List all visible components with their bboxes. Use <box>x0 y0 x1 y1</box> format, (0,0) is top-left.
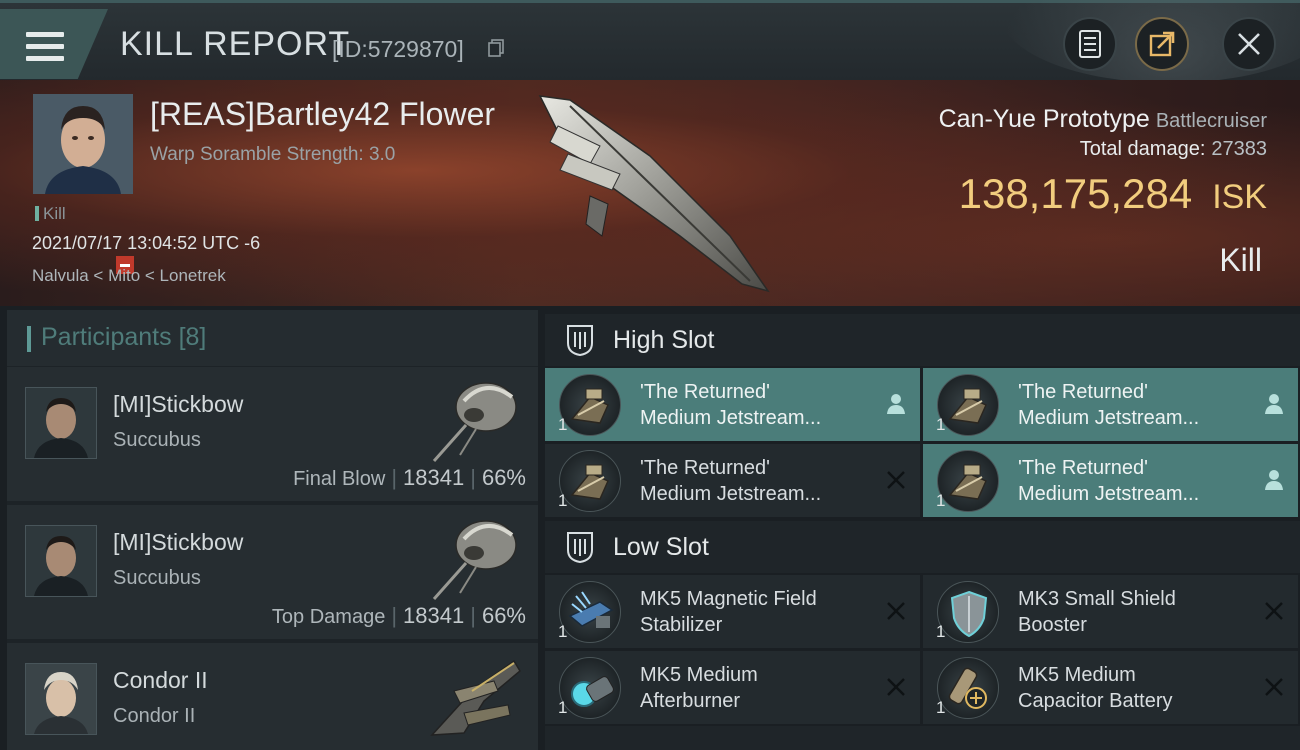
isk-value: 138,175,284 ISK <box>958 170 1267 217</box>
close-button[interactable] <box>1222 17 1276 71</box>
module-slot[interactable]: 1 'The Returned' Medium Jetstream... <box>923 368 1298 441</box>
participant-name: [MI]Stickbow <box>113 391 244 417</box>
participants-panel: Participants [8] [MI]Stickbow Succubus F… <box>7 310 538 750</box>
module-slot[interactable]: 1 MK5 Magnetic Field Stabilizer <box>545 575 920 648</box>
module-slot[interactable]: 1 'The Returned' Medium Jetstream... <box>923 444 1298 517</box>
close-icon <box>887 602 905 620</box>
kill-result: Kill <box>1219 242 1262 278</box>
participant-avatar[interactable] <box>25 525 97 597</box>
module-slot[interactable]: 1 MK5 Medium Capacitor Battery <box>923 651 1298 724</box>
portrait-image <box>26 526 96 596</box>
module-name: MK5 Medium Afterburner <box>640 664 758 712</box>
high-slot-header: High Slot <box>545 314 1300 366</box>
participant-card[interactable]: Condor II Condor II <box>7 643 538 750</box>
participants-count: [8] <box>178 323 207 351</box>
victim-panel: [REAS]Bartley42 Flower Warp Soramble Str… <box>0 80 1300 306</box>
menu-button[interactable] <box>0 9 108 79</box>
succubus-ship-icon <box>432 520 517 600</box>
participant-name: [MI]Stickbow <box>113 529 244 555</box>
close-icon <box>1265 678 1283 696</box>
participant-card[interactable]: [MI]Stickbow Succubus Top Damage | 18341 | 6… <box>7 505 538 639</box>
module-name: 'The Returned' Medium Jetstream... <box>1018 381 1200 429</box>
participant-ship: Succubus <box>113 429 201 451</box>
jetstream-module-icon <box>559 450 621 512</box>
close-icon <box>887 471 905 489</box>
participant-name: Condor II <box>113 667 208 693</box>
close-icon <box>1238 33 1260 55</box>
close-icon <box>887 678 905 696</box>
total-damage: Total damage: 27383 <box>1079 138 1267 160</box>
kill-tag: Kill <box>35 204 66 224</box>
document-icon <box>1079 30 1101 58</box>
victim-ship-name[interactable]: Can-Yue Prototype Battlecruiser <box>939 105 1267 134</box>
victim-avatar[interactable] <box>33 94 133 194</box>
participant-stats: Final Blow | 18341 | 66% <box>293 465 526 490</box>
module-slot[interactable]: 1 'The Returned' Medium Jetstream... <box>545 444 920 517</box>
victim-name[interactable]: [REAS]Bartley42 Flower <box>150 96 495 133</box>
copy-icon[interactable] <box>487 39 505 57</box>
person-icon <box>1265 394 1283 414</box>
high-slot-icon <box>567 325 593 357</box>
module-slot[interactable]: 1 MK5 Medium Afterburner <box>545 651 920 724</box>
module-name: MK5 Medium Capacitor Battery <box>1018 664 1173 712</box>
magnetic-stabilizer-icon <box>559 581 621 643</box>
kill-location[interactable]: Nalvula < Mito < Lonetrek <box>32 266 226 286</box>
portrait-image <box>33 94 133 194</box>
share-icon <box>1149 31 1175 57</box>
victim-ship-image[interactable] <box>530 86 780 296</box>
portrait-image <box>26 388 96 458</box>
module-name: MK3 Small Shield Booster <box>1018 588 1176 636</box>
jetstream-module-icon <box>937 450 999 512</box>
shield-booster-icon <box>937 581 999 643</box>
participants-header: Participants [8] <box>7 310 538 366</box>
participant-card[interactable]: [MI]Stickbow Succubus Final Blow | 18341 | 6… <box>7 367 538 501</box>
module-name: MK5 Magnetic Field Stabilizer <box>640 588 817 636</box>
participant-stats: Top Damage | 18341 | 66% <box>271 603 526 628</box>
module-name: 'The Returned' Medium Jetstream... <box>640 457 822 505</box>
share-button[interactable] <box>1135 17 1189 71</box>
participant-avatar[interactable] <box>25 663 97 735</box>
participant-ship: Condor II <box>113 705 196 727</box>
close-icon <box>1265 602 1283 620</box>
title-bar: KILL REPORT [ID:5729870] <box>0 0 1300 83</box>
hamburger-icon <box>26 32 64 62</box>
next-slot-header <box>545 726 1300 750</box>
report-id: [ID:5729870] <box>332 36 464 62</box>
participants-label: Participants <box>41 323 172 351</box>
portrait-image <box>26 664 96 734</box>
low-slot-header: Low Slot <box>545 521 1300 573</box>
succubus-ship-icon <box>432 382 517 462</box>
module-name: 'The Returned' Medium Jetstream... <box>640 381 822 429</box>
low-slot-icon <box>567 532 593 564</box>
kill-datetime: 2021/07/17 13:04:52 UTC -6 <box>32 233 261 253</box>
module-name: 'The Returned' Medium Jetstream... <box>1018 457 1200 505</box>
capacitor-battery-icon <box>937 657 999 719</box>
module-slot[interactable]: 1 MK3 Small Shield Booster <box>923 575 1298 648</box>
victim-subtitle: Warp Soramble Strength: 3.0 <box>150 144 396 165</box>
module-slot[interactable]: 1 'The Returned' Medium Jetstream... <box>545 368 920 441</box>
jetstream-module-icon <box>937 374 999 436</box>
report-button[interactable] <box>1063 17 1117 71</box>
page-title: KILL REPORT <box>120 25 351 63</box>
afterburner-icon <box>559 657 621 719</box>
participant-ship: Succubus <box>113 567 201 589</box>
person-icon <box>1265 470 1283 490</box>
condor-ship-icon <box>430 659 521 736</box>
participant-avatar[interactable] <box>25 387 97 459</box>
jetstream-module-icon <box>559 374 621 436</box>
person-icon <box>887 394 905 414</box>
